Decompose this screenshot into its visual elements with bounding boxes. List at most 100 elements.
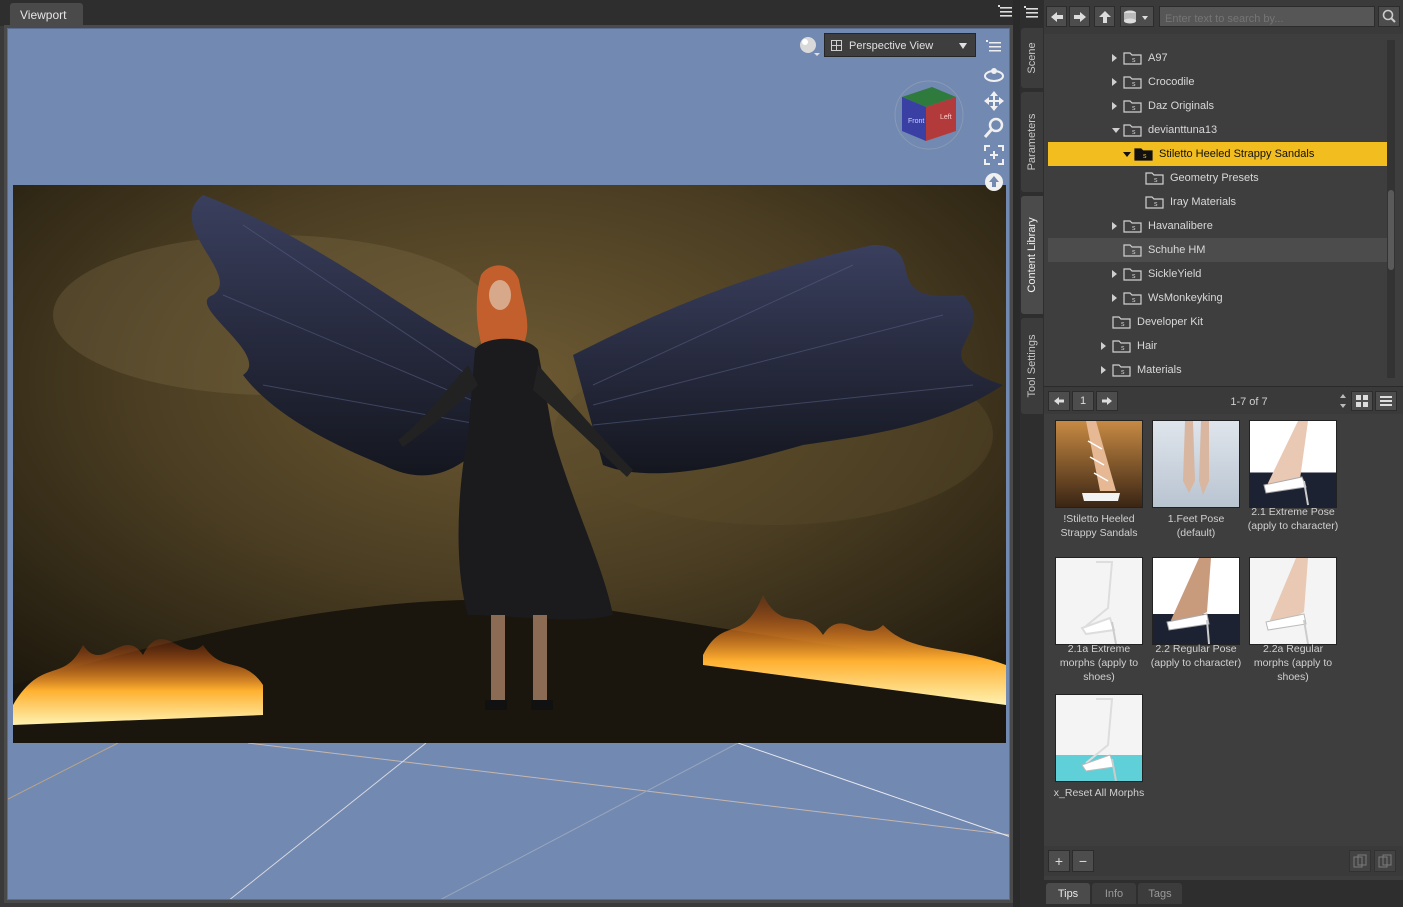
collapsed-arrow-icon[interactable] xyxy=(1112,54,1117,62)
folder-icon: s xyxy=(1145,172,1164,185)
tab-info[interactable]: Info xyxy=(1092,883,1136,904)
asset-card[interactable]: 2.1 Extreme Pose (apply to character) xyxy=(1244,414,1338,546)
search-button[interactable] xyxy=(1378,6,1400,27)
asset-card[interactable]: 2.1a Extreme morphs (apply to shoes) xyxy=(1050,551,1143,683)
add-button[interactable]: + xyxy=(1048,850,1070,872)
tree-folder-row[interactable]: s Crocodile xyxy=(1048,70,1388,94)
next-page-button[interactable] xyxy=(1096,391,1118,411)
paste-button[interactable] xyxy=(1374,850,1396,872)
svg-text:s: s xyxy=(1132,57,1136,64)
svg-text:s: s xyxy=(1132,225,1136,232)
asset-card[interactable]: 2.2a Regular morphs (apply to shoes) xyxy=(1244,551,1337,683)
tree-scrollbar[interactable] xyxy=(1387,40,1395,378)
magnifier-icon xyxy=(1382,9,1396,23)
asset-card[interactable]: 1.Feet Pose (default) xyxy=(1147,414,1240,546)
pane-menu-icon[interactable] xyxy=(1022,4,1042,22)
tab-scene-label: Scene xyxy=(1026,42,1038,74)
thumb-size-stepper[interactable] xyxy=(1338,391,1348,411)
forward-button[interactable] xyxy=(1069,6,1090,27)
tree-folder-row[interactable]: s Iray Materials xyxy=(1048,190,1388,214)
asset-caption: 2.1 Extreme Pose (apply to character) xyxy=(1247,506,1339,532)
viewport-tab[interactable]: Viewport xyxy=(10,3,83,26)
arrow-left-icon xyxy=(1054,397,1064,405)
tree-folder-row[interactable]: s Geometry Presets xyxy=(1048,166,1388,190)
asset-card[interactable]: x_Reset All Morphs xyxy=(1050,688,1144,820)
database-menu-button[interactable] xyxy=(1120,6,1154,27)
folder-icon: s xyxy=(1112,364,1131,377)
tree-folder-row[interactable]: s Stiletto Heeled Strappy Sandals xyxy=(1048,142,1388,166)
remove-button[interactable]: − xyxy=(1072,850,1094,872)
asset-card[interactable]: !Stiletto Heeled Strappy Sandals xyxy=(1050,414,1143,546)
tree-folder-row[interactable]: s Materials xyxy=(1048,358,1388,382)
asset-caption: !Stiletto Heeled Strappy Sandals xyxy=(1060,513,1138,539)
page-number-field[interactable]: 1 xyxy=(1072,391,1094,411)
tab-tool-settings[interactable]: Tool Settings xyxy=(1021,318,1043,414)
collapsed-arrow-icon[interactable] xyxy=(1101,342,1106,350)
tree-folder-row[interactable]: s SickleYield xyxy=(1048,262,1388,286)
tree-folder-row[interactable]: s Havanalibere xyxy=(1048,214,1388,238)
pan-button[interactable] xyxy=(982,87,1006,114)
tree-folder-label: Geometry Presets xyxy=(1170,172,1259,184)
svg-text:s: s xyxy=(1132,105,1136,112)
library-folder-tree[interactable]: s A97 s Crocodile s Daz Originals s devianttuna… xyxy=(1048,36,1393,382)
tab-content-library[interactable]: Content Library xyxy=(1021,196,1043,314)
up-level-button[interactable] xyxy=(1094,6,1115,27)
svg-text:s: s xyxy=(1132,297,1136,304)
tree-folder-row[interactable]: s Hair xyxy=(1048,334,1388,358)
content-library-pane: s A97 s Crocodile s Daz Originals s devianttuna… xyxy=(1044,0,1403,907)
viewport-canvas[interactable]: Perspective View Front Left xyxy=(7,28,1010,900)
move-arrows-icon xyxy=(984,90,1004,111)
tree-folder-label: Crocodile xyxy=(1148,76,1195,88)
tree-folder-row[interactable]: s Schuhe HM xyxy=(1048,238,1388,262)
orbit-button[interactable] xyxy=(982,60,1006,87)
collapsed-arrow-icon[interactable] xyxy=(1112,102,1117,110)
reset-view-button[interactable] xyxy=(982,168,1006,195)
view-cube[interactable]: Front Left xyxy=(892,77,966,151)
database-icon xyxy=(1124,10,1148,23)
svg-text:s: s xyxy=(1154,177,1158,184)
render-settings-sphere-icon[interactable] xyxy=(798,35,820,57)
library-toolbar xyxy=(1044,0,1403,34)
list-view-button[interactable] xyxy=(1375,391,1397,411)
tab-tool-settings-label: Tool Settings xyxy=(1026,334,1038,398)
scrollbar-thumb[interactable] xyxy=(1388,190,1394,270)
collapsed-arrow-icon[interactable] xyxy=(1112,222,1117,230)
tree-folder-row[interactable]: s Developer Kit xyxy=(1048,310,1388,334)
asset-card[interactable]: 2.2 Regular Pose (apply to character) xyxy=(1147,551,1241,683)
side-tab-strip: Scene Parameters Content Library Tool Se… xyxy=(1020,0,1044,907)
zoom-button[interactable] xyxy=(982,114,1006,141)
frame-button[interactable] xyxy=(982,141,1006,168)
viewport-options-button[interactable] xyxy=(982,33,1006,60)
tree-folder-row[interactable]: s WsMonkeyking xyxy=(1048,286,1388,310)
collapsed-arrow-icon[interactable] xyxy=(1112,270,1117,278)
copy-button[interactable] xyxy=(1349,850,1371,872)
collapsed-arrow-icon[interactable] xyxy=(1101,366,1106,374)
tab-parameters[interactable]: Parameters xyxy=(1021,92,1043,192)
paste-icon xyxy=(1378,854,1392,868)
tree-folder-label: devianttuna13 xyxy=(1148,124,1218,136)
tree-folder-row[interactable]: s Daz Originals xyxy=(1048,94,1388,118)
info-tab-strip: Tips Info Tags xyxy=(1044,880,1403,907)
home-arrow-icon xyxy=(985,172,1003,191)
tree-folder-row[interactable]: s devianttuna13 xyxy=(1048,118,1388,142)
back-button[interactable] xyxy=(1046,6,1067,27)
folder-icon: s xyxy=(1123,100,1142,113)
daz-studio-window: Viewport Perspective View Front Left Sce… xyxy=(0,0,1403,907)
icon-view-button[interactable] xyxy=(1351,391,1373,411)
search-input[interactable] xyxy=(1159,6,1375,27)
prev-page-button[interactable] xyxy=(1048,391,1070,411)
arrow-right-icon xyxy=(1102,397,1112,405)
tab-tags[interactable]: Tags xyxy=(1138,883,1182,904)
svg-text:s: s xyxy=(1121,345,1125,352)
cube-front-label: Front xyxy=(908,118,924,125)
folder-icon: s xyxy=(1134,148,1153,161)
tab-tips[interactable]: Tips xyxy=(1046,883,1090,904)
camera-select-dropdown[interactable]: Perspective View xyxy=(824,33,976,57)
collapsed-arrow-icon[interactable] xyxy=(1112,294,1117,302)
tree-folder-row[interactable]: s A97 xyxy=(1048,46,1388,70)
collapsed-arrow-icon[interactable] xyxy=(1112,78,1117,86)
tab-scene[interactable]: Scene xyxy=(1021,28,1043,88)
expanded-arrow-icon[interactable] xyxy=(1123,152,1131,157)
library-bottom-bar: + − xyxy=(1044,846,1403,876)
expanded-arrow-icon[interactable] xyxy=(1112,128,1120,133)
